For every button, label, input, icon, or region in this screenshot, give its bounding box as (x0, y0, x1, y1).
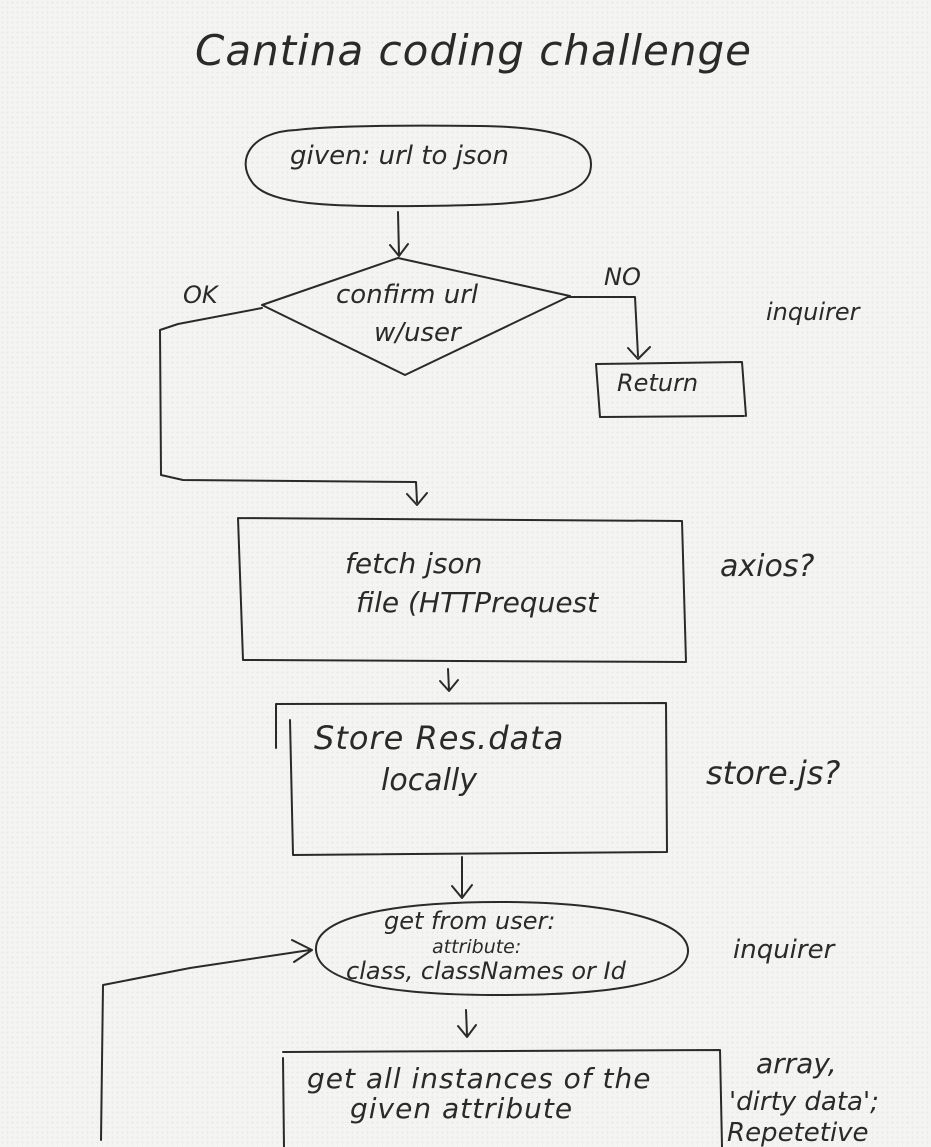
note-array-line2: 'dirty data'; (729, 1087, 879, 1117)
arrow-fetch-to-store (439, 668, 459, 692)
note-inquirer-2: inquirer (733, 935, 835, 965)
return-label: Return (617, 369, 699, 397)
decision-label-line1: confirm url (336, 280, 479, 310)
branch-ok-label: OK (183, 281, 218, 309)
note-array-line3: Repetetive (727, 1118, 869, 1147)
connector-no (567, 296, 651, 360)
note-inquirer-1: inquirer (766, 298, 860, 326)
branch-no-label: NO (604, 263, 641, 291)
store-label-line2: locally (381, 763, 477, 798)
get-all-label-line1: get all instances of the (307, 1062, 652, 1095)
get-attribute-label-line2: attribute: (432, 936, 522, 958)
arrow-get-attribute-to-get-all (457, 1009, 477, 1038)
flowchart-canvas: Cantina coding challenge given: url to j… (0, 0, 931, 1147)
arrow-start-to-decision (389, 211, 409, 257)
loop-back-arrow (100, 939, 313, 1141)
start-label: given: url to json (290, 141, 509, 171)
fetch-label-line1: fetch json (345, 547, 483, 580)
decision-diamond (261, 257, 571, 376)
get-attribute-label-line3: class, classNames or Id (346, 957, 626, 985)
store-label-line1: Store Res.data (314, 719, 565, 757)
arrow-store-to-get-attribute (451, 856, 473, 899)
decision-label-line2: w/user (374, 318, 461, 348)
get-all-label-line2: given attribute (350, 1092, 574, 1125)
fetch-label-line2: file (HTTPrequest (356, 586, 599, 619)
page-title: Cantina coding challenge (195, 26, 753, 75)
get-attribute-label-line1: get from user: (384, 907, 556, 935)
note-axios: axios? (720, 549, 815, 584)
note-array-line1: array, (756, 1047, 837, 1080)
note-store-js: store.js? (706, 754, 841, 792)
